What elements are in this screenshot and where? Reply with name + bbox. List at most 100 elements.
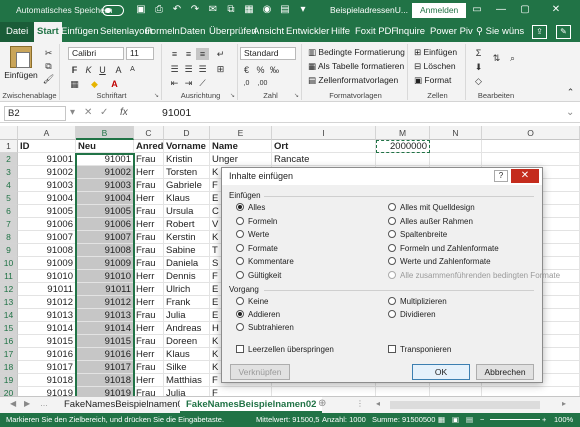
name-box-dropdown-icon[interactable]: ▾	[70, 107, 75, 118]
expand-formula-icon[interactable]: ⌄	[566, 107, 574, 118]
increase-indent-icon[interactable]: ⇥	[182, 77, 195, 89]
operation-left-radio-2[interactable]: Subtrahieren	[236, 323, 294, 332]
row-header[interactable]: 4	[0, 179, 18, 192]
table-cell[interactable]: Robert	[164, 218, 210, 231]
number-launcher-icon[interactable]: ↘	[294, 92, 299, 99]
table-cell[interactable]	[482, 153, 580, 166]
tab-formeln[interactable]: Formeln	[145, 22, 180, 42]
table-cell[interactable]: Frau	[134, 244, 164, 257]
table-cell[interactable]: Frau	[134, 153, 164, 166]
table-cell[interactable]: Julia	[164, 309, 210, 322]
table-cell[interactable]: 91012	[76, 296, 134, 309]
tab-hilfe[interactable]: Hilfe	[331, 22, 350, 42]
column-header-b[interactable]: B	[76, 126, 134, 140]
border-icon[interactable]: ▦	[68, 78, 81, 90]
table-cell[interactable]: Doreen	[164, 335, 210, 348]
format-painter-icon[interactable]: 🖌	[42, 73, 55, 85]
delete-cells-button[interactable]: ⊟ Löschen	[414, 61, 456, 72]
row-header[interactable]: 11	[0, 270, 18, 283]
table-cell[interactable]: 91004	[76, 192, 134, 205]
align-center-icon[interactable]: ☰	[182, 63, 195, 75]
table-cell[interactable]: Frau	[134, 179, 164, 192]
tab-power-pivot[interactable]: Power Piv	[430, 22, 473, 42]
table-cell[interactable]: Frau	[134, 387, 164, 396]
align-right-icon[interactable]: ☰	[196, 63, 209, 75]
bold-icon[interactable]: F	[68, 64, 81, 76]
more-sheets-icon[interactable]: …	[40, 399, 48, 408]
horizontal-scrollbar[interactable]	[390, 401, 540, 409]
increase-decimal-icon[interactable]: ,0	[240, 78, 253, 90]
table-cell[interactable]: 91003	[18, 179, 76, 192]
undo-icon[interactable]: ↶	[170, 3, 184, 17]
table-cell[interactable]: 91014	[76, 322, 134, 335]
paste-right-radio-2[interactable]: Spaltenbreite	[388, 230, 447, 239]
table-cell[interactable]: Klaus	[164, 348, 210, 361]
table-cell[interactable]: 91011	[76, 283, 134, 296]
tab-entwickler[interactable]: Entwickler	[286, 22, 329, 42]
ribbon-display-icon[interactable]: ▭	[469, 2, 485, 18]
font-size-select[interactable]: 11	[126, 47, 154, 60]
decrease-indent-icon[interactable]: ⇤	[168, 77, 181, 89]
table-cell[interactable]: 91012	[18, 296, 76, 309]
table-cell[interactable]: 91015	[76, 335, 134, 348]
header-cell[interactable]: Vorname	[164, 140, 210, 153]
cell-styles-button[interactable]: ▤ Zellenformatvorlagen	[308, 75, 398, 86]
tab-foxit-pdf[interactable]: Foxit PDF	[355, 22, 397, 42]
table-cell[interactable]: 91007	[18, 231, 76, 244]
table-cell[interactable]: Ursula	[164, 205, 210, 218]
table-cell[interactable]: Frau	[134, 335, 164, 348]
table-cell[interactable]: Herr	[134, 166, 164, 179]
table-cell[interactable]: 91011	[18, 283, 76, 296]
paste-right-radio-1[interactable]: Alles außer Rahmen	[388, 216, 473, 226]
header-cell[interactable]	[430, 140, 482, 153]
table-cell[interactable]: Kristin	[164, 153, 210, 166]
table-cell[interactable]: 91001	[76, 153, 134, 166]
table-cell[interactable]	[482, 387, 580, 396]
format-as-table-button[interactable]: ▦ Als Tabelle formatieren	[308, 61, 404, 72]
table-cell[interactable]: Matthias	[164, 374, 210, 387]
table-cell[interactable]: 91015	[18, 335, 76, 348]
table-cell[interactable]: Rancate	[272, 153, 376, 166]
screenshot-icon[interactable]: ⧉	[224, 3, 238, 17]
table-cell[interactable]: Herr	[134, 283, 164, 296]
table-cell[interactable]: 91009	[76, 257, 134, 270]
paste-button[interactable]: Einfügen	[4, 46, 38, 80]
table-cell[interactable]: Herr	[134, 192, 164, 205]
align-left-icon[interactable]: ☰	[168, 63, 181, 75]
transpose-checkbox[interactable]: Transponieren	[388, 345, 451, 354]
header-cell[interactable]: Neu	[76, 140, 134, 153]
formula-input[interactable]: 91001	[162, 107, 191, 119]
shrink-font-icon[interactable]: A	[126, 64, 139, 76]
autosum-icon[interactable]: Σ	[472, 47, 485, 59]
row-header[interactable]: 20	[0, 387, 18, 396]
print-icon[interactable]: ⎙	[152, 3, 166, 17]
mail-icon[interactable]: ✉	[206, 3, 220, 17]
confirm-entry-icon[interactable]: ✓	[100, 107, 108, 118]
table-cell[interactable]: 91010	[18, 270, 76, 283]
collapse-ribbon-icon[interactable]: ⌃	[564, 86, 577, 98]
row-header[interactable]: 16	[0, 335, 18, 348]
prev-sheet-icon[interactable]: ◀	[10, 399, 16, 408]
table-cell[interactable]: 91017	[18, 361, 76, 374]
minimize-icon[interactable]: —	[493, 2, 509, 18]
row-header[interactable]: 6	[0, 205, 18, 218]
table-cell[interactable]: 91002	[76, 166, 134, 179]
table-cell[interactable]: 91002	[18, 166, 76, 179]
table-cell[interactable]: 91003	[76, 179, 134, 192]
paste-left-radio-5[interactable]: Gültigkeit	[236, 270, 281, 280]
tab-start[interactable]: Start	[34, 22, 62, 42]
table-cell[interactable]: 91013	[76, 309, 134, 322]
maximize-icon[interactable]: ▢	[517, 2, 533, 18]
table-cell[interactable]: Herr	[134, 348, 164, 361]
font-launcher-icon[interactable]: ↘	[154, 92, 159, 99]
table-cell[interactable]: Ulrich	[164, 283, 210, 296]
table-cell[interactable]: 91006	[76, 218, 134, 231]
fill-icon[interactable]: ⬇	[472, 61, 485, 73]
conditional-formatting-button[interactable]: ▥ Bedingte Formatierung	[308, 47, 405, 58]
cut-icon[interactable]: ✂	[42, 47, 55, 59]
paste-left-radio-3[interactable]: Formate	[236, 243, 278, 253]
form-icon[interactable]: ▦	[242, 3, 256, 17]
table-cell[interactable]: Herr	[134, 296, 164, 309]
table-cell[interactable]: 91001	[18, 153, 76, 166]
cancel-button[interactable]: Abbrechen	[476, 364, 534, 380]
